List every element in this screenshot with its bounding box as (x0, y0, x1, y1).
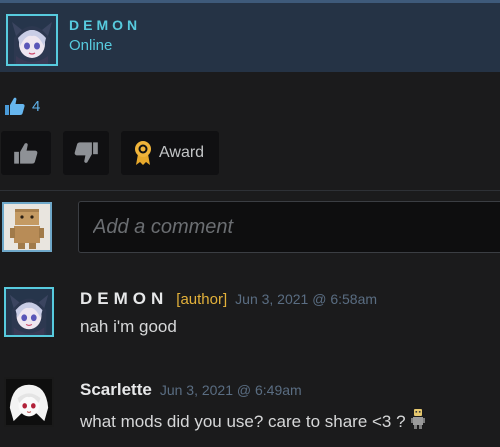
author-status: Online (69, 37, 113, 54)
author-avatar[interactable] (6, 14, 58, 66)
author-badge: [author] (176, 291, 228, 308)
comment-timestamp: Jun 3, 2021 @ 6:58am (235, 291, 378, 307)
comment-timestamp: Jun 3, 2021 @ 6:49am (159, 382, 302, 398)
comment-text: what mods did you use? care to share <3 … (80, 412, 406, 431)
white-hair-girl-avatar-icon (6, 379, 52, 425)
current-user-avatar[interactable] (2, 202, 52, 252)
thumbs-up-icon (14, 143, 38, 164)
vote-bar: Award (0, 131, 500, 175)
downvote-button[interactable] (63, 131, 109, 175)
thumbs-up-icon (5, 97, 25, 115)
rating-summary: 4 (4, 96, 40, 116)
comment-text-line: what mods did you use? care to share <3 … (80, 408, 426, 432)
comment-header: DEMON [author] Jun 3, 2021 @ 6:58am (80, 289, 377, 309)
divider (0, 190, 500, 191)
thumbs-down-icon (74, 142, 98, 163)
comment-avatar[interactable] (4, 377, 54, 427)
comment-author-name[interactable]: Scarlette (80, 380, 152, 400)
award-label: Award (159, 144, 205, 161)
author-name[interactable]: DEMON (69, 17, 141, 33)
anime-girl-avatar-icon (8, 16, 56, 64)
comment-text: nah i'm good (80, 317, 177, 336)
anime-girl-avatar-icon (6, 289, 52, 335)
author-header: DEMON Online (0, 0, 500, 72)
rating-count: 4 (32, 97, 41, 115)
comment-author-name[interactable]: DEMON (80, 289, 168, 309)
comment-input[interactable] (91, 214, 500, 240)
comment-input-box[interactable] (78, 201, 500, 253)
award-ribbon-icon (135, 141, 151, 165)
comment-avatar[interactable] (4, 287, 54, 337)
little-robot-emote-icon (410, 409, 425, 429)
comment-header: Scarlette Jun 3, 2021 @ 6:49am (80, 380, 302, 400)
award-button[interactable]: Award (121, 131, 219, 175)
upvote-button[interactable] (1, 131, 51, 175)
cardboard-box-robot-avatar-icon (4, 204, 50, 250)
